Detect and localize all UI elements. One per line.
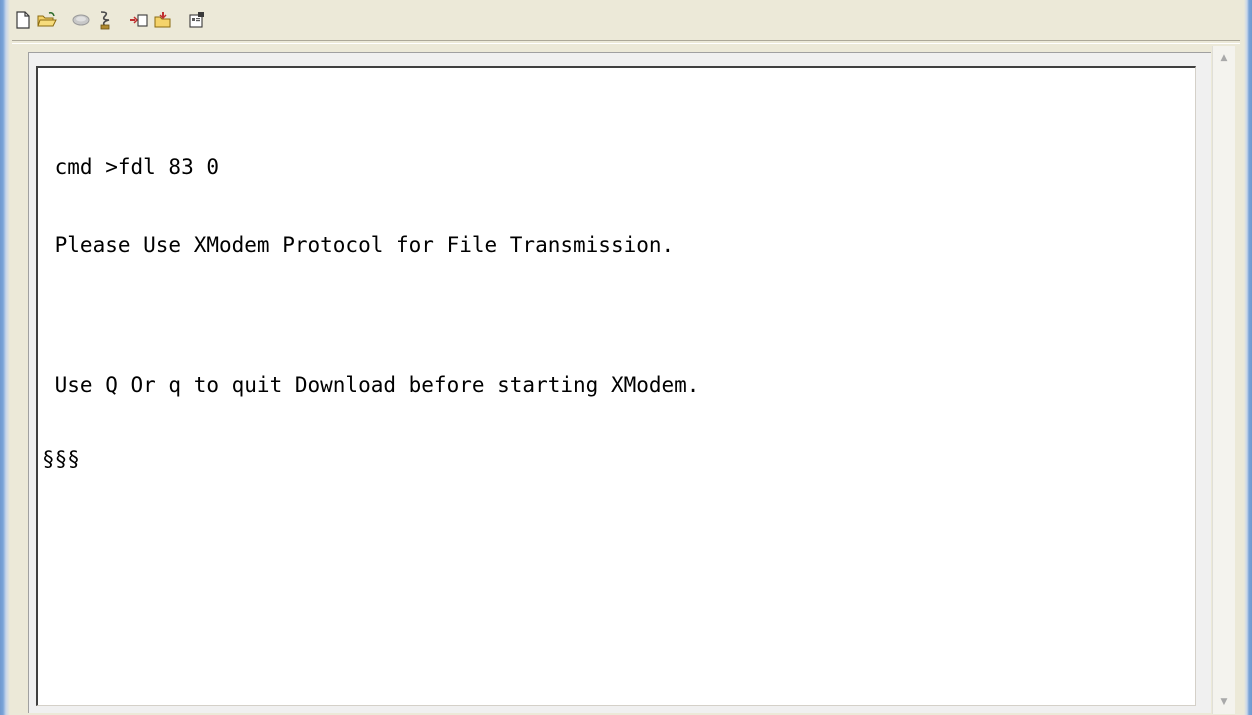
toolbar-divider — [12, 40, 1240, 44]
open-button[interactable] — [36, 9, 58, 31]
receive-button[interactable] — [152, 9, 174, 31]
properties-icon — [188, 11, 206, 29]
window-right-border — [1244, 0, 1252, 715]
new-document-icon — [15, 11, 31, 29]
new-connection-button[interactable] — [12, 9, 34, 31]
terminal-line: Please Use XModem Protocol for File Tran… — [42, 233, 675, 257]
terminal-output: cmd >fdl 83 0 Please Use XModem Protocol… — [38, 102, 699, 520]
send-button[interactable] — [128, 9, 150, 31]
terminal-line: Use Q Or q to quit Download before start… — [42, 373, 700, 397]
terminal-line: §§§ — [42, 447, 80, 471]
vertical-scrollbar[interactable]: ▲ ▼ — [1212, 46, 1235, 714]
terminal-window: cmd >fdl 83 0 Please Use XModem Protocol… — [0, 0, 1252, 715]
scroll-up-button[interactable]: ▲ — [1213, 48, 1235, 68]
properties-button[interactable] — [186, 9, 208, 31]
toolbar — [12, 0, 1240, 40]
arrow-down-icon: ▼ — [1220, 697, 1228, 707]
terminal-screen[interactable]: cmd >fdl 83 0 Please Use XModem Protocol… — [36, 66, 1196, 706]
window-left-border — [0, 0, 10, 715]
open-folder-icon — [37, 12, 57, 28]
terminal-line: cmd >fdl 83 0 — [42, 155, 220, 179]
connect-icon — [98, 10, 112, 30]
disconnect-button[interactable] — [70, 9, 92, 31]
receive-file-icon — [153, 11, 173, 29]
disconnect-icon — [72, 13, 90, 27]
scroll-down-button[interactable]: ▼ — [1213, 692, 1235, 712]
arrow-up-icon: ▲ — [1220, 53, 1228, 63]
connect-button[interactable] — [94, 9, 116, 31]
send-file-icon — [129, 12, 149, 28]
